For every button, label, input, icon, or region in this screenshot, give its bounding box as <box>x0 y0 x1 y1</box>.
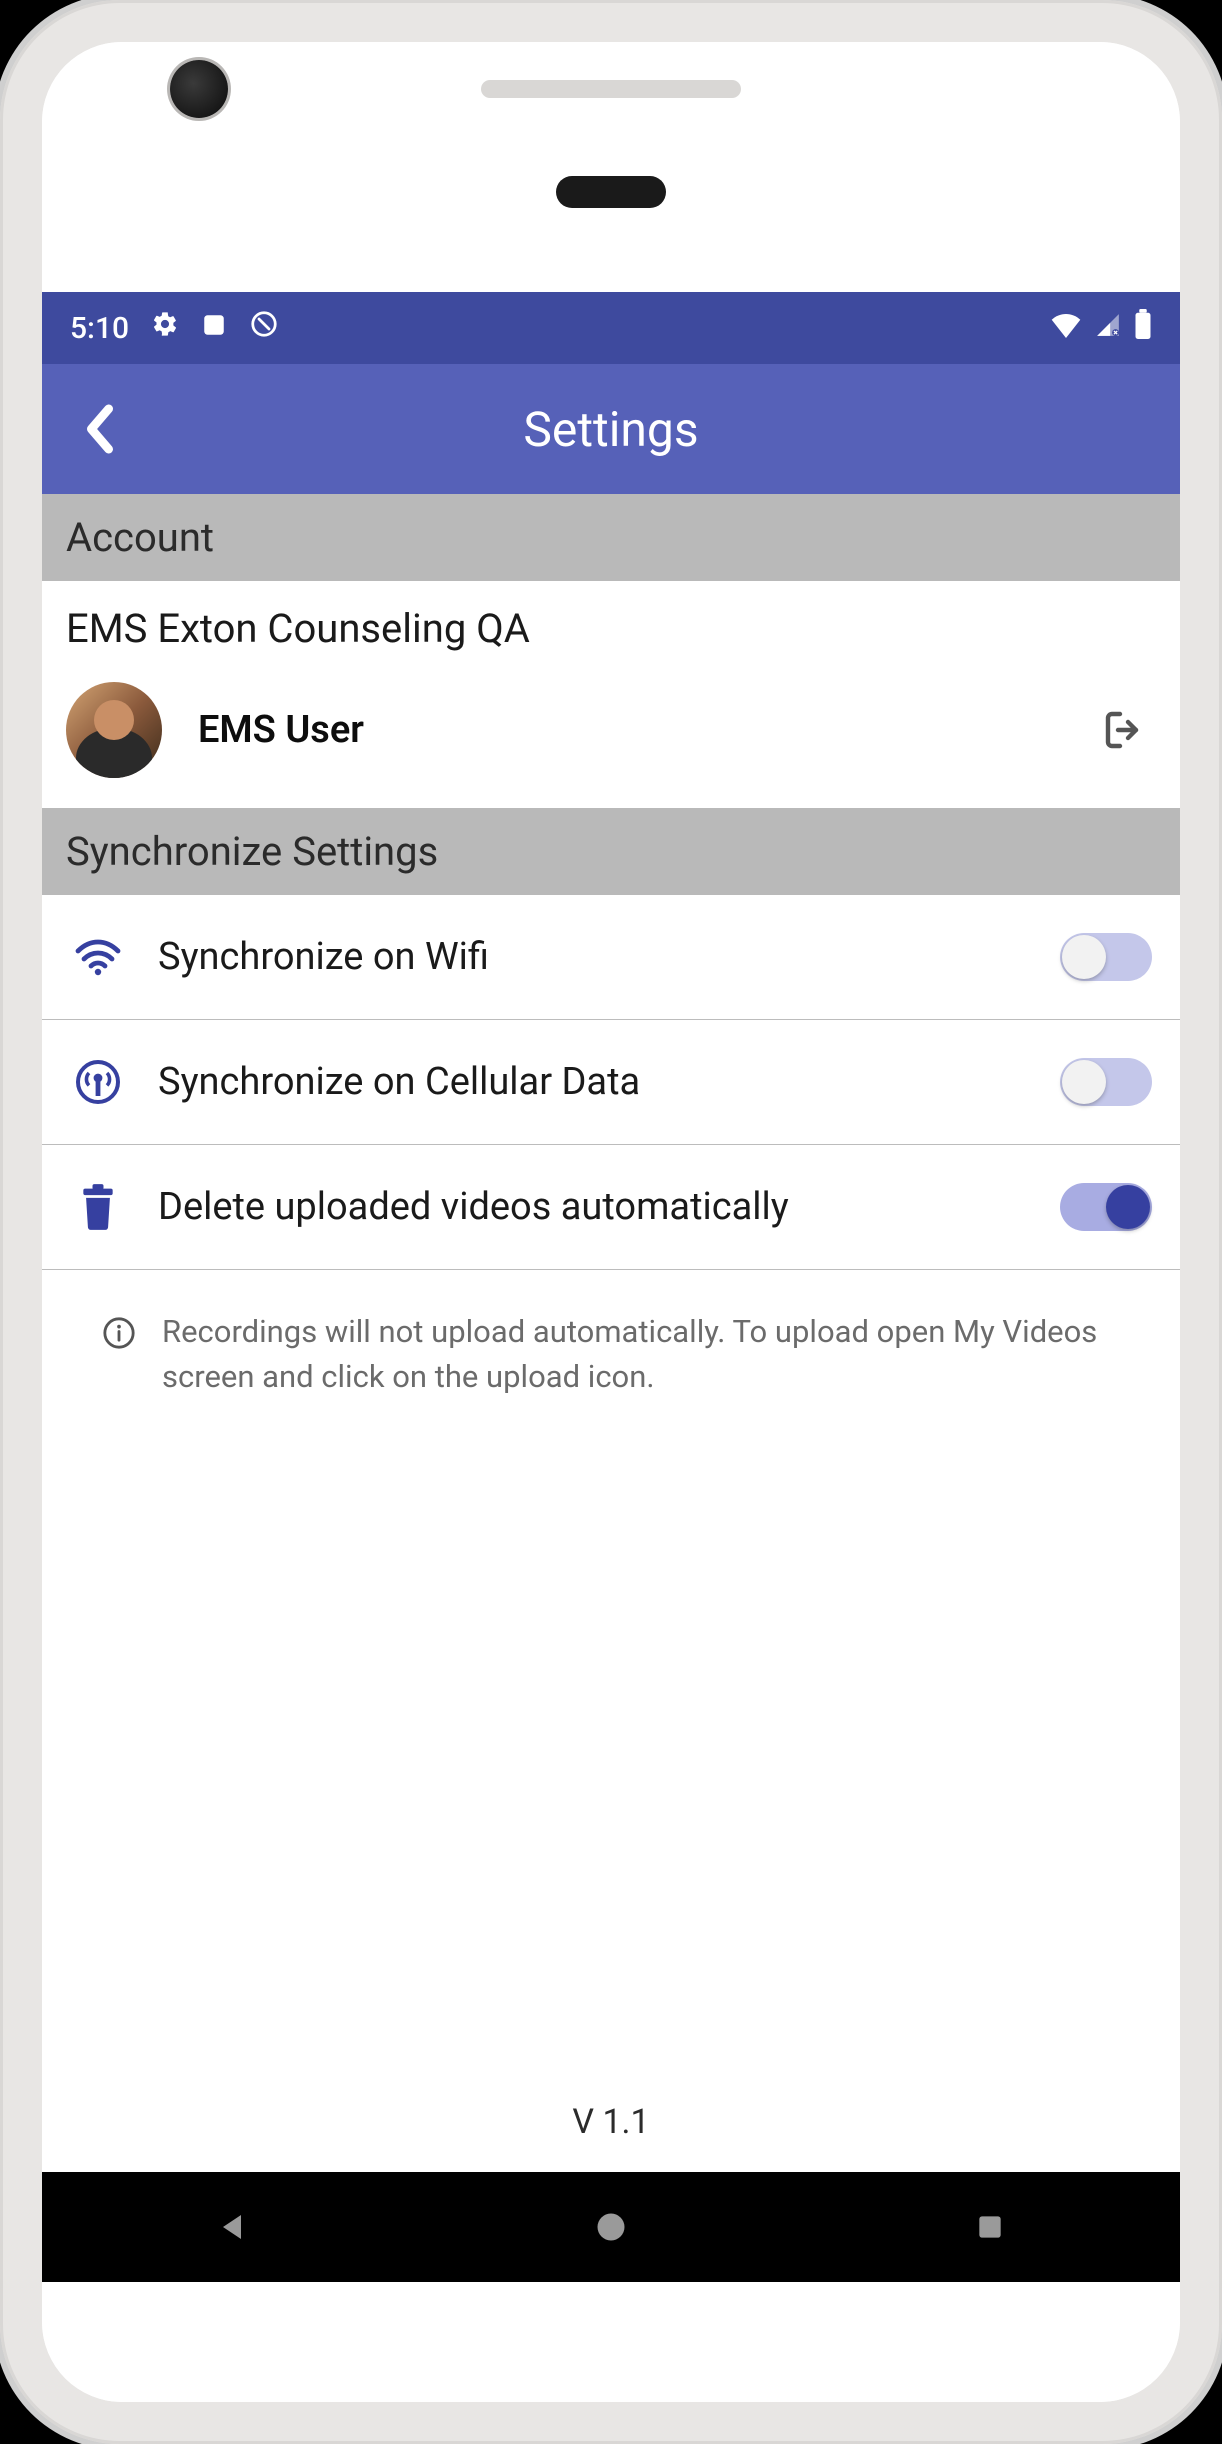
setting-sync-wifi: Synchronize on Wifi <box>42 895 1180 1020</box>
battery-icon <box>1134 309 1152 347</box>
app-bar: Settings <box>42 364 1180 494</box>
speaker-grille <box>481 80 741 98</box>
no-icon <box>249 309 279 347</box>
section-header-sync: Synchronize Settings <box>42 808 1180 895</box>
nav-home-button[interactable] <box>521 2197 701 2257</box>
toggle-sync-cellular[interactable] <box>1060 1058 1152 1106</box>
setting-label: Synchronize on Cellular Data <box>158 1060 1028 1104</box>
wifi-icon <box>1050 311 1082 346</box>
screen: 5:10 <box>42 292 1180 2282</box>
section-header-account: Account <box>42 494 1180 581</box>
phone-inner: 5:10 <box>42 42 1180 2402</box>
status-right <box>1050 309 1152 347</box>
setting-sync-cellular: Synchronize on Cellular Data <box>42 1020 1180 1145</box>
toggle-sync-wifi[interactable] <box>1060 933 1152 981</box>
cellular-icon <box>70 1054 126 1110</box>
user-name: EMS User <box>198 708 1060 752</box>
setting-delete-uploaded: Delete uploaded videos automatically <box>42 1145 1180 1270</box>
trash-icon <box>70 1179 126 1235</box>
front-camera <box>170 60 228 118</box>
info-text: Recordings will not upload automatically… <box>162 1310 1146 1400</box>
page-title: Settings <box>523 401 698 458</box>
android-nav-bar <box>42 2172 1180 2282</box>
phone-frame: 5:10 <box>0 0 1222 2444</box>
back-button[interactable] <box>70 399 130 459</box>
cell-signal-icon <box>1094 311 1122 346</box>
status-bar: 5:10 <box>42 292 1180 364</box>
nav-recents-button[interactable] <box>900 2197 1080 2257</box>
sensor-pill <box>556 176 666 208</box>
account-org: EMS Exton Counseling QA <box>42 581 1180 662</box>
status-left: 5:10 <box>70 309 279 347</box>
status-time: 5:10 <box>70 311 129 346</box>
logout-button[interactable] <box>1096 702 1152 758</box>
content-fill <box>42 1430 1180 2078</box>
setting-label: Delete uploaded videos automatically <box>158 1185 1028 1229</box>
version-label: V 1.1 <box>42 2078 1180 2172</box>
account-row: EMS User <box>42 662 1180 808</box>
info-row: Recordings will not upload automatically… <box>42 1270 1180 1430</box>
toggle-delete-uploaded[interactable] <box>1060 1183 1152 1231</box>
info-icon <box>102 1316 138 1352</box>
avatar <box>66 682 162 778</box>
wifi-icon <box>70 929 126 985</box>
nav-back-button[interactable] <box>142 2197 322 2257</box>
bezel-bottom <box>42 2282 1180 2402</box>
setting-label: Synchronize on Wifi <box>158 935 1028 979</box>
square-icon <box>201 311 227 346</box>
gear-icon <box>151 310 179 346</box>
